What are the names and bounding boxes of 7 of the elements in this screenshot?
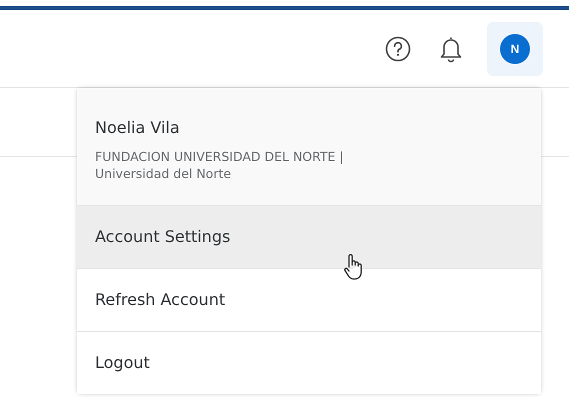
avatar: N	[500, 34, 530, 64]
menu-item[interactable]: Logout	[77, 332, 541, 394]
menu-item[interactable]: Refresh Account	[77, 268, 541, 332]
user-name: Noelia Vila	[95, 118, 181, 137]
avatar-button[interactable]: N	[487, 22, 543, 76]
menu-item[interactable]: Account Settings	[77, 206, 541, 269]
organization-name: FUNDACION UNIVERSIDAD DEL NORTE | Universidad del Norte	[95, 149, 345, 183]
